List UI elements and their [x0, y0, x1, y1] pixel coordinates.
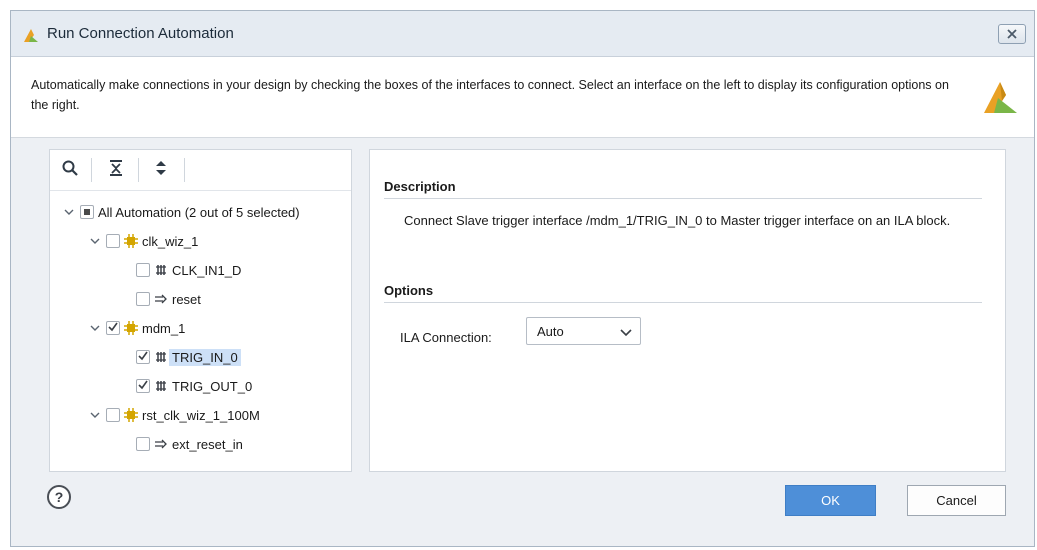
ip-block-icon: [124, 234, 138, 248]
vivado-banner-logo-icon: [980, 77, 1020, 117]
section-divider: [384, 302, 982, 303]
title-bar: Run Connection Automation: [11, 11, 1034, 57]
chevron-down-icon[interactable]: [62, 205, 76, 219]
clk-wiz-1-checkbox[interactable]: [106, 234, 120, 248]
header-description: Automatically make connections in your d…: [31, 78, 949, 112]
tree-root-all-automation[interactable]: All Automation (2 out of 5 selected): [62, 201, 300, 223]
collapse-all-button[interactable]: [106, 159, 126, 179]
tree-root-label: All Automation (2 out of 5 selected): [98, 204, 300, 220]
close-icon: [1007, 27, 1017, 42]
tree-item-ext-reset-in[interactable]: ext_reset_in: [136, 433, 243, 455]
tree-item-reset[interactable]: reset: [136, 288, 201, 310]
chevron-down-icon[interactable]: [88, 321, 102, 335]
ila-connection-select[interactable]: Auto: [526, 317, 641, 345]
run-connection-automation-dialog: Run Connection Automation Automatically …: [10, 10, 1035, 547]
bus-interface-icon: [154, 350, 168, 364]
close-button[interactable]: [998, 24, 1026, 44]
checkmark-icon: [107, 321, 119, 336]
mdm-1-checkbox[interactable]: [106, 321, 120, 335]
select-all-checkbox[interactable]: [80, 205, 94, 219]
tree-item-label: mdm_1: [142, 320, 186, 336]
chevron-down-icon[interactable]: [88, 234, 102, 248]
tree-item-mdm-1[interactable]: mdm_1: [88, 317, 185, 339]
expand-all-button[interactable]: [151, 159, 171, 179]
description-text: Connect Slave trigger interface /mdm_1/T…: [404, 213, 951, 228]
tree-item-label: CLK_IN1_D: [172, 262, 242, 278]
cancel-button[interactable]: Cancel: [907, 485, 1006, 516]
trig-out-0-checkbox[interactable]: [136, 379, 150, 393]
options-heading: Options: [384, 283, 434, 298]
toolbar-divider: [184, 158, 185, 182]
ip-block-icon: [124, 408, 138, 422]
interface-tree-panel: All Automation (2 out of 5 selected) clk…: [49, 149, 352, 472]
tree-item-label: reset: [172, 291, 201, 307]
search-icon: [61, 159, 79, 180]
port-arrow-icon: [154, 437, 168, 451]
tree-item-rst-clk-wiz-1-100m[interactable]: rst_clk_wiz_1_100M: [88, 404, 260, 426]
tree-item-label: rst_clk_wiz_1_100M: [142, 407, 260, 423]
header-panel: Automatically make connections in your d…: [11, 57, 1034, 138]
tree-item-label: TRIG_IN_0: [169, 348, 241, 366]
configuration-panel: Description Connect Slave trigger interf…: [369, 149, 1006, 472]
ok-button[interactable]: OK: [785, 485, 876, 516]
toolbar-divider: [138, 158, 139, 182]
collapse-all-icon: [108, 159, 124, 180]
checkmark-icon: [137, 350, 149, 365]
tree-item-clk-in1-d[interactable]: CLK_IN1_D: [136, 259, 241, 281]
chevron-down-icon[interactable]: [88, 408, 102, 422]
ext-reset-in-checkbox[interactable]: [136, 437, 150, 451]
tree-item-label: clk_wiz_1: [142, 233, 199, 249]
ila-connection-label: ILA Connection:: [400, 330, 492, 345]
search-button[interactable]: [60, 159, 80, 179]
rst-clk-wiz-1-100m-checkbox[interactable]: [106, 408, 120, 422]
tree-item-clk-wiz-1[interactable]: clk_wiz_1: [88, 230, 198, 252]
tree-item-label: ext_reset_in: [172, 436, 243, 452]
partial-check-icon: [84, 209, 90, 215]
bus-interface-icon: [154, 379, 168, 393]
help-icon: ?: [54, 489, 64, 505]
expand-all-icon: [153, 159, 169, 180]
bus-interface-icon: [154, 263, 168, 277]
section-divider: [384, 198, 982, 199]
window-title: Run Connection Automation: [47, 25, 234, 42]
tree-item-label: TRIG_OUT_0: [172, 378, 253, 394]
tree-item-trig-in-0[interactable]: TRIG_IN_0: [136, 346, 241, 368]
port-arrow-icon: [154, 292, 168, 306]
clk-in1-d-checkbox[interactable]: [136, 263, 150, 277]
toolbar-divider: [91, 158, 92, 182]
ila-connection-value: Auto: [537, 324, 564, 339]
vivado-logo-icon: [23, 27, 39, 43]
checkmark-icon: [137, 379, 149, 394]
reset-checkbox[interactable]: [136, 292, 150, 306]
help-button[interactable]: ?: [47, 485, 71, 509]
description-heading: Description: [384, 179, 456, 194]
tree-toolbar: [50, 150, 351, 191]
trig-in-0-checkbox[interactable]: [136, 350, 150, 364]
chevron-down-icon: [620, 326, 632, 338]
tree-item-trig-out-0[interactable]: TRIG_OUT_0: [136, 375, 252, 397]
ip-block-icon: [124, 321, 138, 335]
